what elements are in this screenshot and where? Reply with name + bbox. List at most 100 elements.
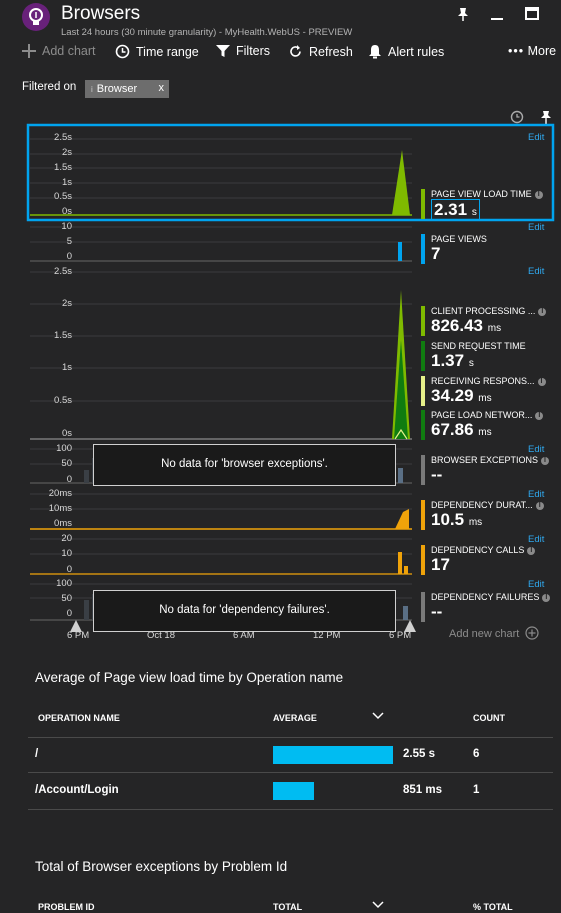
info-icon[interactable]: i [527, 547, 536, 555]
y-label: 0.5s [54, 191, 72, 202]
cell-average: 2.55 s [403, 748, 435, 760]
kpi-label: DEPENDENCY FAILURES [431, 592, 540, 602]
load-time-spike [392, 150, 410, 215]
kpi-browser-exceptions[interactable]: BROWSER EXCEPTIONS i -- [431, 455, 550, 485]
kpi-dependency-failures[interactable]: DEPENDENCY FAILURES i -- [431, 592, 551, 622]
kpi-unit: s [468, 358, 474, 369]
kpi-value: 67.86 [431, 420, 474, 439]
kpi-receiving-response[interactable]: RECEIVING RESPONS... i 34.29 ms [431, 376, 546, 406]
add-new-chart-button[interactable]: Add new chart [449, 626, 539, 640]
kpi-send-request-time[interactable]: SEND REQUEST TIME 1.37 s [431, 341, 526, 371]
table2-title: Total of Browser exceptions by Problem I… [35, 859, 288, 874]
y-label: 2.5s [54, 266, 72, 277]
kpi-value: 34.29 [431, 386, 474, 405]
y-label: 20ms [48, 488, 72, 499]
x-label: Oct 18 [147, 630, 175, 641]
col-header-operation-name[interactable]: OPERATION NAME [38, 713, 120, 723]
col-header-count[interactable]: COUNT [473, 713, 505, 723]
y-label: 1.5s [54, 330, 72, 341]
kpi-label: DEPENDENCY CALLS [431, 545, 525, 555]
kpi-label: RECEIVING RESPONS... [431, 376, 535, 386]
y-label: 1s [61, 362, 72, 373]
y-label: 50 [61, 593, 72, 604]
kpi-dependency-duration[interactable]: DEPENDENCY DURAT... i 10.5 ms [431, 500, 544, 530]
kpi-client-processing[interactable]: CLIENT PROCESSING ... i 826.43 ms [431, 306, 547, 336]
dependency-duration-chart [30, 493, 412, 530]
edit-chart-link[interactable]: Edit [528, 266, 544, 277]
kpi-page-views[interactable]: PAGE VIEWS 7 [431, 234, 487, 264]
y-label: 2.5s [54, 132, 72, 143]
info-icon[interactable]: i [538, 308, 547, 316]
y-label: 0 [66, 608, 72, 619]
kpi-value: -- [431, 602, 443, 621]
info-icon[interactable]: i [535, 412, 544, 420]
kpi-page-view-load-time[interactable]: PAGE VIEW LOAD TIME i 2.31 s [431, 189, 543, 221]
chevron-down-icon[interactable] [372, 897, 384, 913]
kpi-unit: ms [478, 427, 492, 438]
col-header-percent-total[interactable]: % TOTAL [473, 902, 513, 912]
table-row[interactable]: /Account/Login 851 ms 1 [28, 773, 553, 809]
page-view-load-time-chart [30, 138, 412, 216]
kpi-label: DEPENDENCY DURAT... [431, 500, 533, 510]
y-label: 0s [61, 206, 72, 217]
col-header-problem-id[interactable]: PROBLEM ID [38, 902, 95, 912]
kpi-dependency-calls[interactable]: DEPENDENCY CALLS i 17 [431, 545, 536, 575]
info-icon[interactable]: i [534, 191, 543, 199]
info-icon[interactable]: i [535, 502, 544, 510]
edit-chart-link[interactable]: Edit [528, 132, 544, 143]
edit-chart-link[interactable]: Edit [528, 534, 544, 545]
kpi-value: 7 [431, 244, 441, 263]
kpi-unit: ms [487, 323, 502, 334]
average-bar [273, 782, 314, 800]
y-label: 0ms [54, 518, 72, 529]
kpi-value: 1.37 [431, 351, 465, 370]
y-label: 2s [61, 298, 72, 309]
kpi-label: PAGE LOAD NETWOR... [431, 410, 533, 420]
cell-operation-name: / [35, 748, 39, 760]
y-label: 0 [66, 474, 72, 485]
kpi-value: 17 [431, 555, 450, 574]
kpi-value: 10.5 [431, 510, 465, 529]
add-new-chart-label: Add new chart [449, 628, 520, 640]
page-load-breakdown-chart [30, 271, 412, 440]
edit-chart-link[interactable]: Edit [528, 489, 544, 500]
y-label: 0s [61, 428, 72, 439]
x-label: 12 PM [313, 630, 341, 641]
x-label: 6 PM [389, 630, 412, 641]
cell-average: 851 ms [403, 784, 443, 796]
row-divider [28, 809, 553, 810]
chevron-down-icon[interactable] [372, 708, 384, 726]
kpi-page-load-network[interactable]: PAGE LOAD NETWOR... i 67.86 ms [431, 410, 544, 440]
info-icon[interactable]: i [542, 594, 551, 602]
y-label: 50 [61, 458, 72, 469]
dependency-calls-chart [30, 538, 412, 575]
kpi-value: 2.31 [434, 200, 468, 219]
y-label: 0 [66, 251, 72, 262]
x-label: 6 PM [67, 630, 90, 641]
y-label: 10 [61, 548, 72, 559]
edit-chart-link[interactable]: Edit [528, 579, 544, 590]
cell-operation-name: /Account/Login [35, 784, 119, 796]
page-views-bar [398, 242, 402, 261]
kpi-label: SEND REQUEST TIME [431, 341, 526, 351]
plus-circle-icon [525, 626, 539, 640]
kpi-unit: ms [468, 517, 483, 528]
y-label: 0.5s [54, 395, 72, 406]
info-icon[interactable]: i [541, 457, 550, 465]
kpi-label: PAGE VIEWS [431, 234, 487, 244]
y-label: 2s [61, 147, 72, 158]
col-header-average[interactable]: AVERAGE [273, 713, 317, 723]
y-label: 1.5s [54, 162, 72, 173]
table-row[interactable]: / 2.55 s 6 [28, 738, 553, 772]
kpi-unit: s [471, 207, 477, 218]
cell-count: 6 [473, 748, 480, 760]
kpi-value: 826.43 [431, 316, 483, 335]
edit-chart-link[interactable]: Edit [528, 222, 544, 233]
cell-count: 1 [473, 784, 480, 796]
edit-chart-link[interactable]: Edit [528, 444, 544, 455]
col-header-total[interactable]: TOTAL [273, 902, 302, 912]
no-data-dependency-failures: No data for 'dependency failures'. [93, 590, 396, 632]
info-icon[interactable]: i [537, 378, 546, 386]
table1-title: Average of Page view load time by Operat… [35, 670, 344, 685]
kpi-label: CLIENT PROCESSING ... [431, 306, 536, 316]
